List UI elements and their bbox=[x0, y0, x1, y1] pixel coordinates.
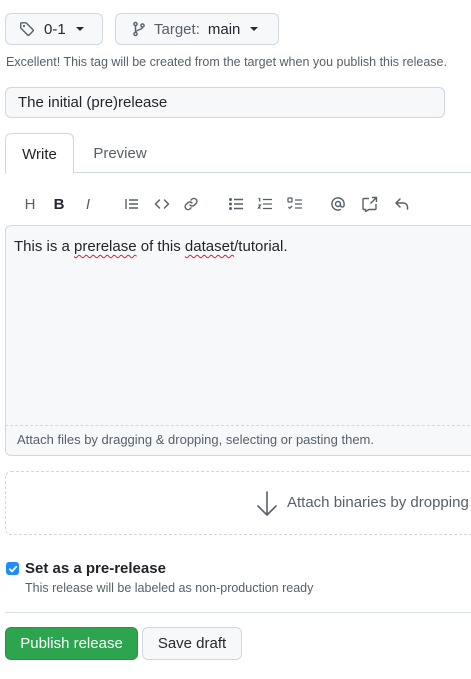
release-notes-editor[interactable]: This is a prerelase of this dataset/tuto… bbox=[5, 225, 471, 425]
bullet-list-icon[interactable] bbox=[226, 194, 246, 214]
task-list-icon[interactable] bbox=[285, 194, 305, 214]
bold-glyph: B bbox=[53, 195, 65, 213]
chevron-down-icon bbox=[75, 27, 84, 31]
save-draft-button[interactable]: Save draft bbox=[142, 627, 242, 660]
binaries-dropzone-label: Attach binaries by dropping bbox=[287, 494, 469, 511]
heading-glyph: H bbox=[24, 195, 36, 213]
target-selector-prefix: Target: bbox=[154, 20, 200, 38]
divider bbox=[5, 612, 471, 613]
prerelease-label[interactable]: Set as a pre-release bbox=[25, 560, 166, 577]
tag-hint-text: Excellent! This tag will be created from… bbox=[6, 55, 447, 69]
editor-text-segment: of this bbox=[136, 238, 185, 255]
code-icon[interactable] bbox=[152, 194, 172, 214]
target-selector-button[interactable]: Target: main bbox=[115, 13, 279, 45]
cross-reference-icon[interactable] bbox=[360, 194, 380, 214]
arrow-down-icon bbox=[257, 491, 277, 516]
prerelease-checkbox[interactable] bbox=[6, 562, 19, 575]
reply-icon[interactable] bbox=[392, 194, 412, 214]
tag-icon bbox=[20, 22, 34, 36]
markdown-toolbar: H B I bbox=[5, 189, 471, 219]
link-icon[interactable] bbox=[181, 194, 201, 214]
publish-release-button[interactable]: Publish release bbox=[5, 627, 138, 660]
misspelled-word: dataset bbox=[184, 238, 235, 255]
editor-text-segment: /tutorial. bbox=[234, 238, 288, 255]
bold-icon[interactable]: B bbox=[49, 194, 69, 214]
tag-selector-value: 0-1 bbox=[44, 20, 66, 38]
binaries-dropzone[interactable]: Attach binaries by dropping bbox=[5, 471, 471, 535]
numbered-list-icon[interactable] bbox=[255, 194, 275, 214]
quote-icon[interactable] bbox=[122, 194, 142, 214]
tab-preview[interactable]: Preview bbox=[74, 133, 166, 173]
mention-icon[interactable] bbox=[328, 194, 348, 214]
italic-glyph: I bbox=[85, 195, 91, 213]
editor-text-segment: This is a bbox=[14, 238, 75, 255]
heading-icon[interactable]: H bbox=[20, 194, 40, 214]
git-branch-icon bbox=[133, 21, 145, 37]
check-icon bbox=[8, 565, 17, 572]
italic-icon[interactable]: I bbox=[78, 194, 98, 214]
tab-write[interactable]: Write bbox=[5, 133, 74, 174]
chevron-down-icon bbox=[250, 27, 259, 31]
misspelled-word: prerelase bbox=[74, 238, 137, 255]
prerelease-note: This release will be labeled as non-prod… bbox=[25, 581, 314, 595]
release-title-input[interactable] bbox=[5, 87, 445, 118]
tag-selector-button[interactable]: 0-1 bbox=[5, 13, 103, 45]
editor-tabs: Write Preview bbox=[5, 133, 471, 174]
attach-files-bar[interactable]: Attach files by dragging & dropping, sel… bbox=[5, 425, 471, 456]
target-selector-value: main bbox=[207, 20, 241, 38]
